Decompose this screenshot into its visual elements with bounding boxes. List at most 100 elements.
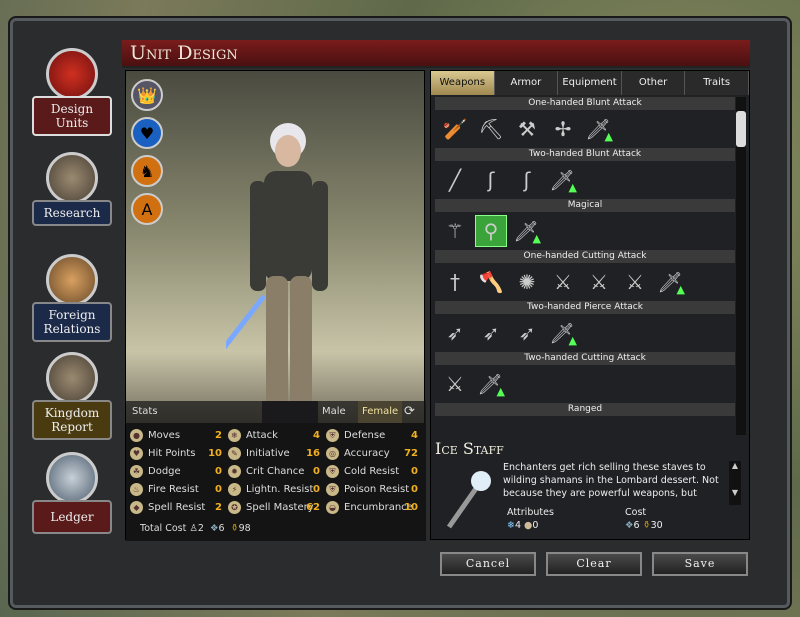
nav-design-units[interactable]: Design Units [22, 48, 122, 136]
stat-moves: ● Moves 2 [130, 426, 222, 444]
tab-other[interactable]: Other [622, 71, 686, 95]
stat-icon: ⛨ [326, 464, 339, 478]
stat-spell-resist: ◆ Spell Resist 2 [130, 498, 222, 516]
battle-axe-icon[interactable]: ⚔ [439, 368, 471, 400]
cost-gold: 30 [650, 520, 663, 531]
stat-value: 0 [215, 483, 222, 495]
crown-icon[interactable]: 👑 [131, 79, 163, 111]
sword-upgrade-icon[interactable]: 🗡 [475, 368, 507, 400]
tab-traits[interactable]: Traits [685, 71, 749, 95]
stat-value: 62 [306, 501, 320, 513]
stat-poison-resist: ⛨ Poison Resist 0 [326, 480, 418, 498]
nav-ledger[interactable]: Ledger [22, 452, 122, 534]
spear-icon[interactable]: ➶ [475, 317, 507, 349]
nav-foreign-relations[interactable]: Foreign Relations [22, 254, 122, 342]
nav-label: Foreign Relations [32, 302, 112, 342]
horse-icon[interactable]: ♞ [131, 155, 163, 187]
sword-upgrade-icon[interactable]: 🗡 [547, 164, 579, 196]
stat-icon: ● [130, 428, 143, 442]
sword-icon[interactable]: ⚔ [583, 266, 615, 298]
stats-panel: Total Cost ♙2 ❖6 ⚱98 ● Moves 2 ♥ Hit Points 1… [126, 423, 426, 541]
club-icon[interactable]: 🏏 [439, 113, 471, 145]
stat-icon: ⛨ [326, 482, 339, 496]
fire-staff-icon[interactable]: ⚚ [439, 215, 471, 247]
stat-icon: ⚡ [228, 482, 241, 496]
description-scrollbar[interactable]: ▲ ▼ [729, 461, 741, 505]
stat-label: Fire Resist [148, 483, 199, 495]
total-cost-metal: 2 [197, 523, 204, 534]
stat-icon: ⛨ [326, 428, 339, 442]
category-header: Two-handed Blunt Attack [435, 148, 735, 161]
letter-a-icon[interactable]: A [131, 193, 163, 225]
cost-crystal: 6 [633, 520, 640, 531]
equipment-tabs: Weapons Armor Equipment Other Traits [431, 71, 749, 95]
cancel-button[interactable]: Cancel [440, 552, 536, 576]
nav-research[interactable]: Research [22, 152, 122, 226]
male-button[interactable]: Male [322, 406, 346, 417]
nav-label: Research [32, 200, 112, 226]
heart-icon[interactable]: ♥ [131, 117, 163, 149]
nav-kingdom-report[interactable]: Kingdom Report [22, 352, 122, 440]
stat-defense: ⛨ Defense 4 [326, 426, 418, 444]
trait-icons: 👑 ♥ ♞ A [131, 79, 163, 231]
hand-axe-icon[interactable]: 🪓 [475, 266, 507, 298]
sword-upgrade-icon[interactable]: 🗡 [583, 113, 615, 145]
weapon-list: One-handed Blunt Attack🏏⛏⚒✢🗡Two-handed B… [435, 97, 735, 435]
ice-staff-icon[interactable]: ⚲ [475, 215, 507, 247]
stat-value: 4 [313, 429, 320, 441]
weapon-list-scrollbar[interactable] [736, 97, 746, 435]
flaming-axe-icon[interactable]: ✺ [511, 266, 543, 298]
stat-label: Moves [148, 429, 181, 441]
category-header: One-handed Blunt Attack [435, 97, 735, 110]
stat-label: Accuracy [344, 447, 390, 459]
sword-icon[interactable]: ⚔ [619, 266, 651, 298]
handshake-icon [46, 254, 98, 306]
stat-icon: ◆ [130, 500, 143, 514]
weapon-row: ╱ ʃ ʃ 🗡 [435, 161, 735, 199]
total-cost-crystal: 6 [218, 523, 225, 534]
spear-icon[interactable]: ➶ [439, 317, 471, 349]
gold-icon: ⚱ [230, 523, 239, 534]
crook2-icon[interactable]: ʃ [511, 164, 543, 196]
staff-icon[interactable]: ╱ [439, 164, 471, 196]
stat-icon: ✹ [228, 464, 241, 478]
nav-label: Ledger [32, 500, 112, 534]
tab-armor[interactable]: Armor [495, 71, 559, 95]
randomize-icon[interactable]: ⟳ [404, 404, 415, 419]
total-cost-gold: 98 [238, 523, 251, 534]
pickaxe-icon[interactable]: ⛏ [475, 113, 507, 145]
tab-equipment[interactable]: Equipment [558, 71, 622, 95]
category-header: Ranged [435, 403, 735, 416]
tab-weapons[interactable]: Weapons [431, 71, 495, 95]
stat-lightn-resist: ⚡ Lightn. Resist 0 [228, 480, 320, 498]
total-cost-label: Total Cost [140, 523, 187, 534]
stat-label: Defense [344, 429, 386, 441]
female-button[interactable]: Female [358, 401, 403, 423]
stat-icon: ❄ [228, 428, 241, 442]
weapon-row: 🏏 ⛏ ⚒ ✢ 🗡 [435, 110, 735, 148]
crystal-icon: ❖ [209, 523, 219, 534]
sword-icon[interactable]: ⚔ [547, 266, 579, 298]
crystal-icon: ❖ [625, 520, 634, 531]
stat-value: 16 [306, 447, 320, 459]
attr-attack: 4 [514, 520, 522, 531]
sword-upgrade-icon[interactable]: 🗡 [655, 266, 687, 298]
title-bar: Unit Design [122, 40, 750, 68]
stat-value: 0 [215, 465, 222, 477]
category-header: One-handed Cutting Attack [435, 250, 735, 263]
spear-icon[interactable]: ➶ [511, 317, 543, 349]
stat-value: 0 [411, 465, 418, 477]
save-button[interactable]: Save [652, 552, 748, 576]
nav-label: Kingdom Report [32, 400, 112, 440]
character-preview: 👑 ♥ ♞ A Stats Male Female ⟳ Total Cost ♙… [125, 70, 426, 541]
stat-value: 72 [404, 447, 418, 459]
axe-mace-icon[interactable]: ⚒ [511, 113, 543, 145]
sword-upgrade-icon[interactable]: 🗡 [547, 317, 579, 349]
equipment-panel: Weapons Armor Equipment Other Traits One-han… [430, 70, 750, 540]
crook-icon[interactable]: ʃ [475, 164, 507, 196]
dagger-icon[interactable]: † [439, 266, 471, 298]
sword-upgrade-icon[interactable]: 🗡 [511, 215, 543, 247]
spiked-mace-icon[interactable]: ✢ [547, 113, 579, 145]
cost-values: ❖6 ⚱30 [625, 520, 663, 531]
clear-button[interactable]: Clear [546, 552, 642, 576]
